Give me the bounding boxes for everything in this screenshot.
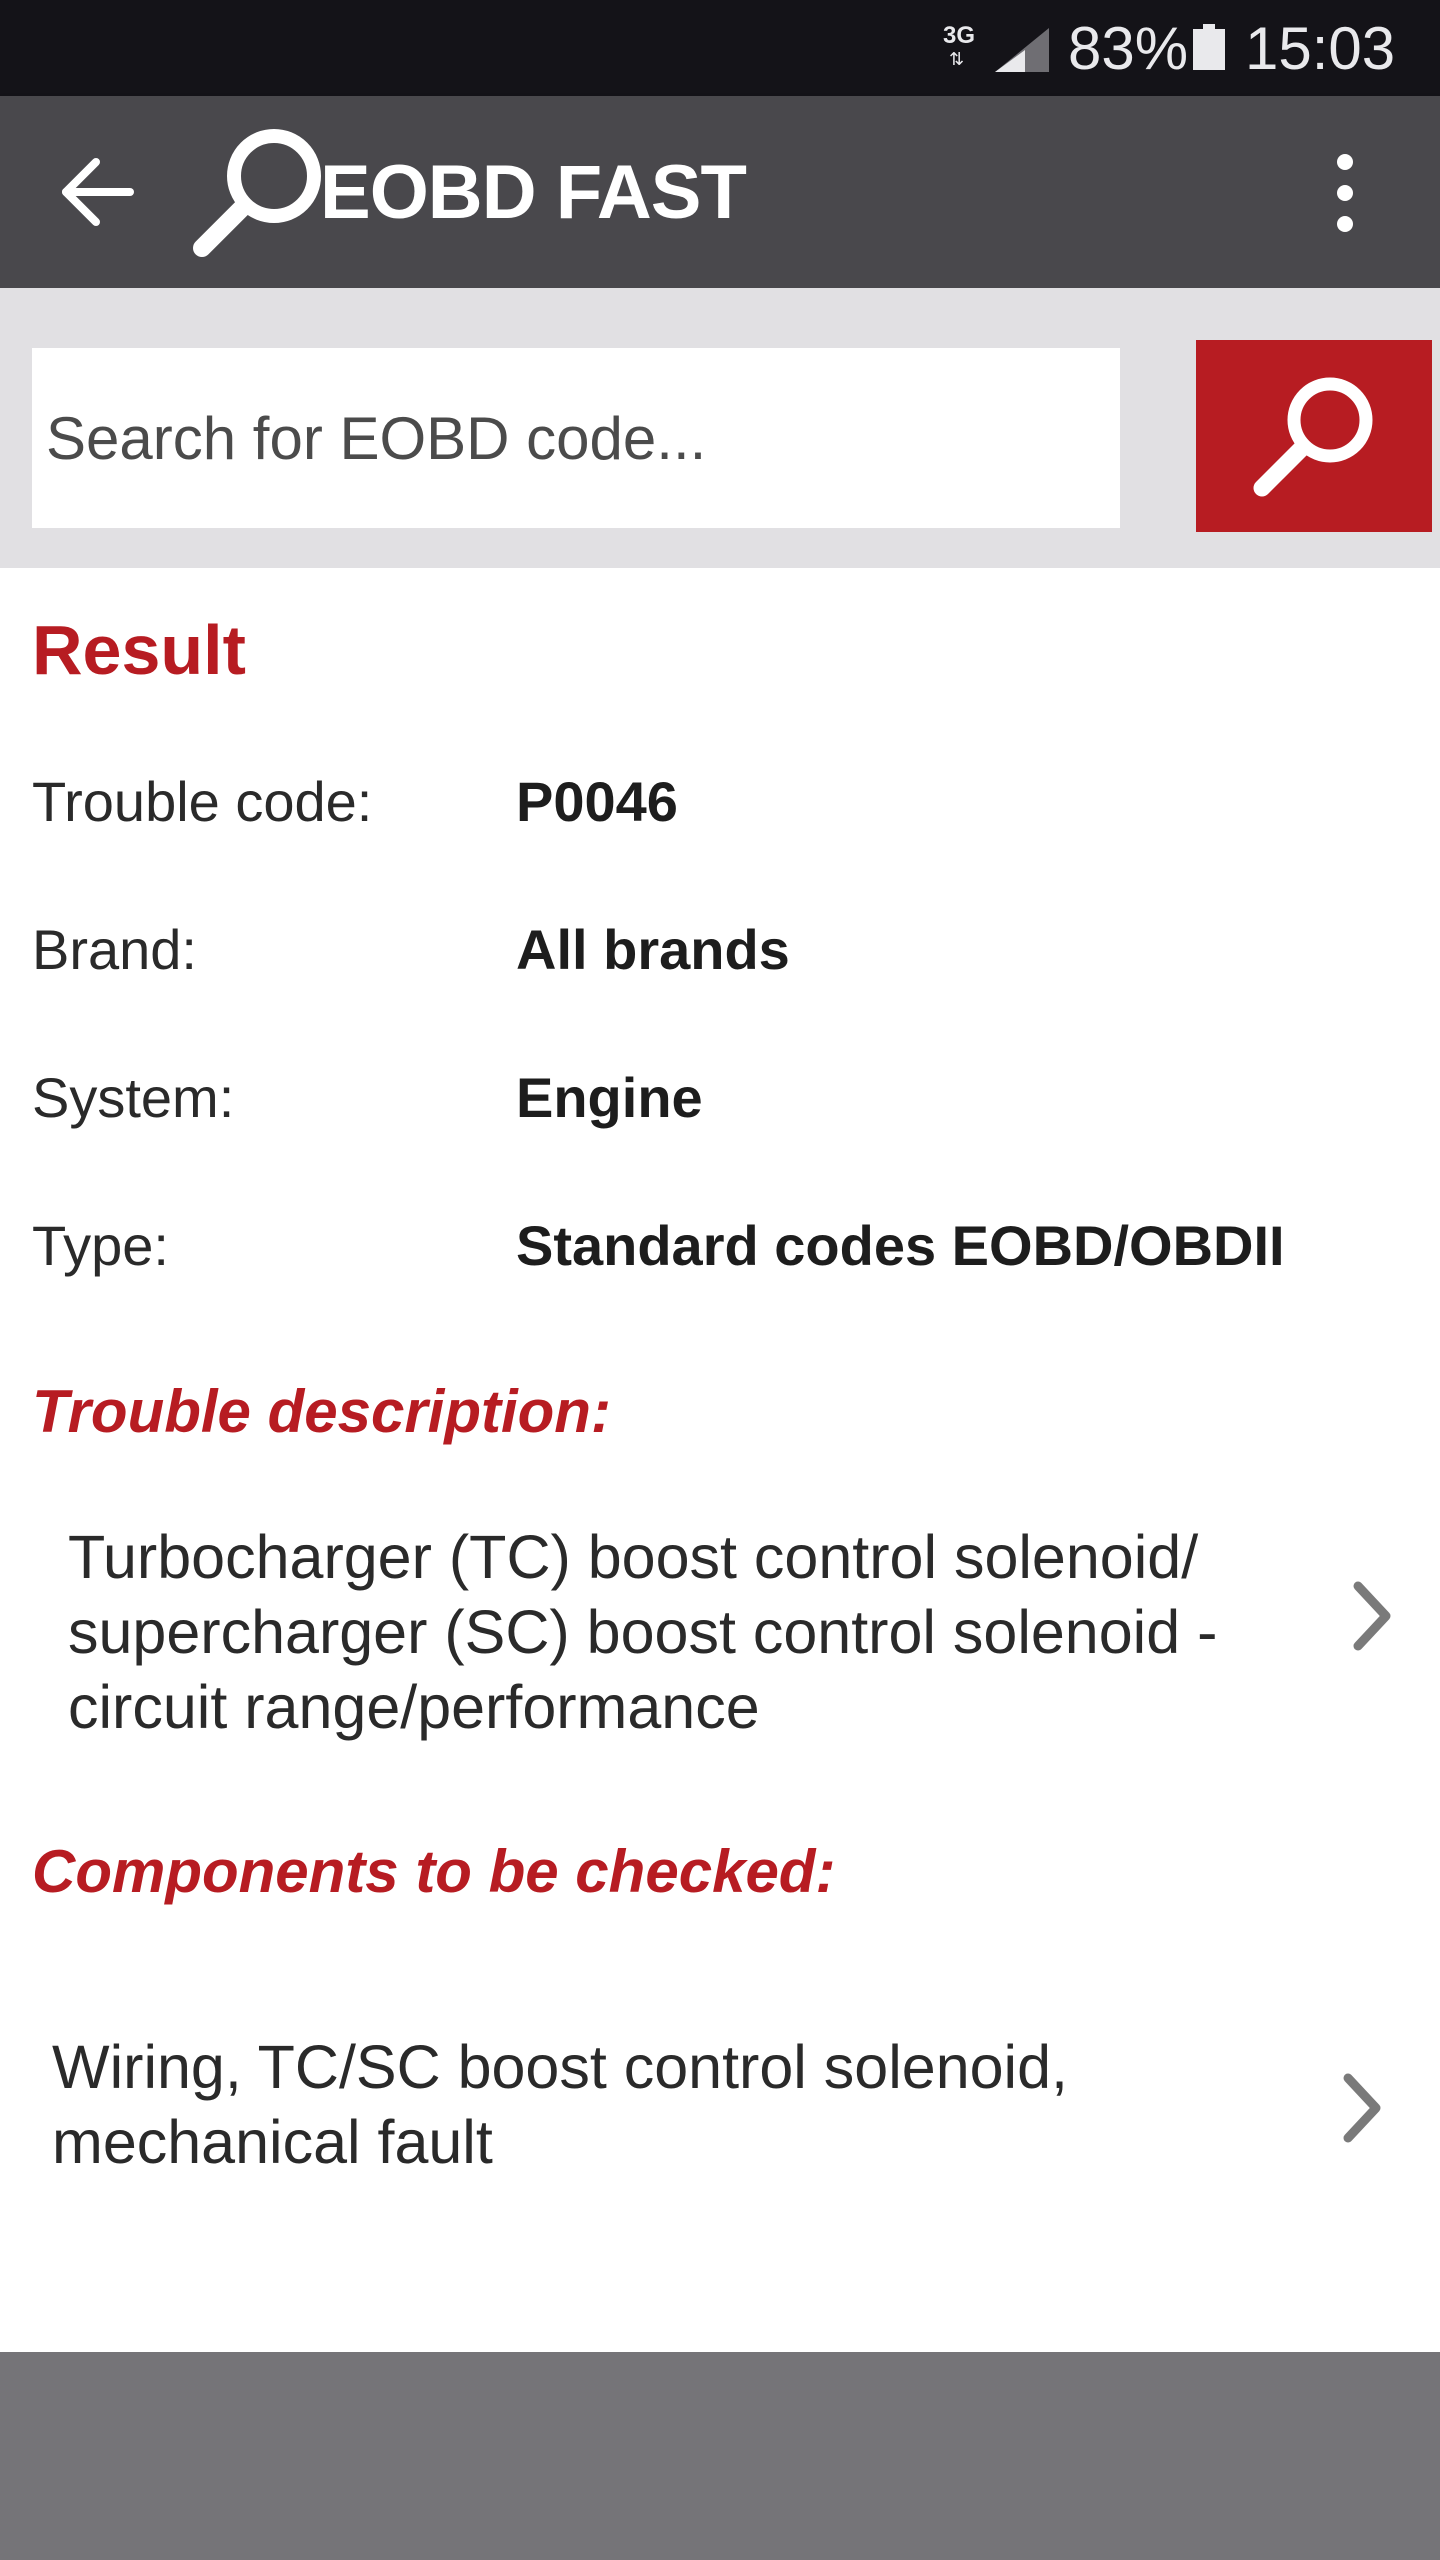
result-heading: Result bbox=[32, 611, 246, 689]
system-value: Engine bbox=[516, 1066, 703, 1129]
bottom-panel bbox=[0, 2352, 1440, 2560]
data-activity-icon: ⇅ bbox=[949, 49, 964, 69]
search-icon bbox=[1253, 377, 1373, 497]
chevron-right-icon bbox=[1353, 1581, 1391, 1651]
components-link[interactable]: Wiring, TC/SC boost control solenoid, me… bbox=[0, 2030, 1440, 2190]
search-input[interactable] bbox=[32, 348, 1120, 528]
trouble-code-label: Trouble code: bbox=[32, 770, 373, 833]
type-value: Standard codes EOBD/OBDII bbox=[516, 1214, 1285, 1277]
components-heading: Components to be checked: bbox=[32, 1838, 836, 1905]
info-row-brand: Brand: All brands bbox=[0, 910, 1440, 990]
arrow-back-icon[interactable] bbox=[42, 140, 152, 244]
clock: 15:03 bbox=[1245, 15, 1396, 82]
info-row-system: System: Engine bbox=[0, 1058, 1440, 1138]
info-row-type: Type: Standard codes EOBD/OBDII bbox=[0, 1206, 1440, 1286]
type-label: Type: bbox=[32, 1214, 169, 1277]
app-bar: EOBD FAST bbox=[0, 96, 1440, 288]
brand-label: Brand: bbox=[32, 918, 197, 981]
chevron-right-icon bbox=[1343, 2073, 1381, 2143]
signal-strength-icon bbox=[995, 28, 1049, 72]
more-vert-icon[interactable] bbox=[1310, 148, 1380, 238]
trouble-description-line-3: circuit range/performance bbox=[68, 1673, 760, 1741]
network-type-indicator: 3G ⇅ bbox=[943, 24, 983, 74]
battery-percent: 83% bbox=[1068, 15, 1189, 82]
trouble-description-heading: Trouble description: bbox=[32, 1378, 611, 1445]
trouble-description-line-2: supercharger (SC) boost control solenoid… bbox=[68, 1598, 1218, 1666]
app-title: EOBD FAST bbox=[320, 150, 747, 235]
trouble-description-line-1: Turbocharger (TC) boost control solenoid… bbox=[68, 1523, 1199, 1591]
components-line-1: Wiring, TC/SC boost control solenoid, bbox=[52, 2033, 1068, 2101]
network-type-label: 3G bbox=[943, 22, 976, 49]
info-row-trouble-code: Trouble code: P0046 bbox=[0, 762, 1440, 842]
trouble-code-value: P0046 bbox=[516, 770, 678, 833]
system-label: System: bbox=[32, 1066, 235, 1129]
search-button[interactable] bbox=[1196, 340, 1432, 532]
components-line-2: mechanical fault bbox=[52, 2108, 493, 2176]
brand-value: All brands bbox=[516, 918, 790, 981]
search-bar bbox=[0, 288, 1440, 568]
magnifier-logo-icon bbox=[193, 129, 321, 257]
trouble-description-link[interactable]: Turbocharger (TC) boost control solenoid… bbox=[0, 1520, 1440, 1760]
status-bar: 3G ⇅ 83% 15:03 bbox=[0, 0, 1440, 96]
battery-icon bbox=[1193, 24, 1225, 70]
